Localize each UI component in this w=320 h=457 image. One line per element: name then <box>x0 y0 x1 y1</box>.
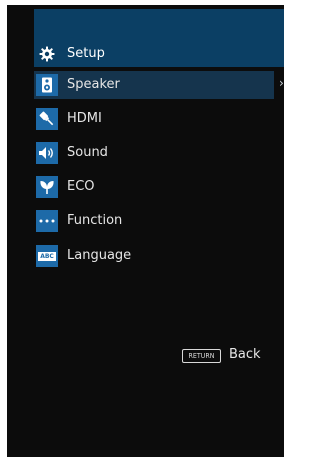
menu-item-label: Language <box>67 248 132 263</box>
menu-item-label: ECO <box>67 179 95 194</box>
menu-item-label: Sound <box>67 145 108 160</box>
menu-item-function[interactable]: Function <box>34 207 274 235</box>
setup-screen: Setup Speaker HDMI Sound ECO Function AB… <box>7 5 284 457</box>
back-label: Back <box>229 347 261 362</box>
chevron-right-icon[interactable]: › <box>279 76 284 90</box>
menu-item-language[interactable]: ABC Language <box>34 242 274 270</box>
speaker-icon <box>36 74 58 96</box>
abc-icon-text: ABC <box>38 251 56 261</box>
leaf-glyph <box>40 181 54 194</box>
sound-icon <box>36 142 58 164</box>
leaf-icon <box>36 176 58 198</box>
gear-glyph <box>39 46 55 62</box>
hdmi-cable-icon <box>36 108 58 130</box>
sound-glyph <box>39 147 53 159</box>
gear-icon <box>39 46 55 62</box>
abc-icon: ABC <box>36 245 58 267</box>
menu-item-label: Speaker <box>67 77 120 92</box>
menu-item-label: HDMI <box>67 111 102 126</box>
ellipsis-icon <box>36 210 58 232</box>
return-key-icon[interactable]: RETURN <box>182 349 221 363</box>
menu-header: Setup <box>34 9 284 67</box>
menu-item-speaker[interactable]: Speaker <box>34 71 274 99</box>
speaker-glyph <box>42 77 52 93</box>
ellipsis-glyph <box>39 219 55 223</box>
hdmi-glyph <box>39 111 54 126</box>
menu-item-sound[interactable]: Sound <box>34 139 274 167</box>
menu-item-eco[interactable]: ECO <box>34 173 274 201</box>
page-title: Setup <box>67 46 105 61</box>
menu-item-label: Function <box>67 213 123 228</box>
menu-item-hdmi[interactable]: HDMI <box>34 105 274 133</box>
